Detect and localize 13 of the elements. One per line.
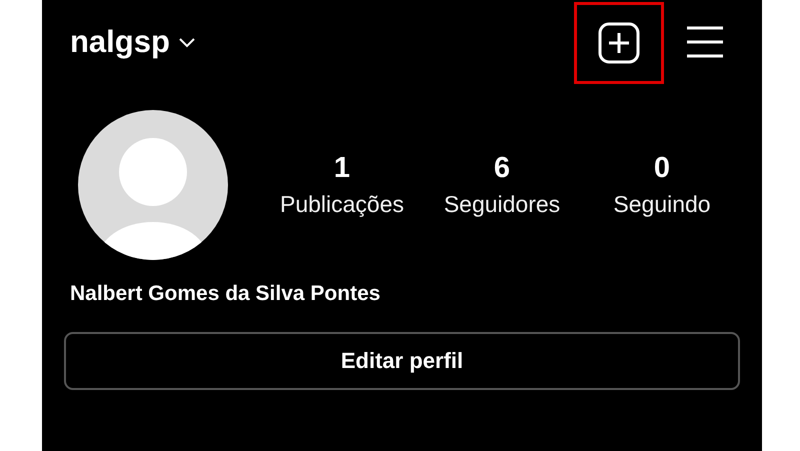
username: nalgsp [70, 24, 170, 60]
new-post-button[interactable] [574, 2, 664, 84]
menu-icon[interactable] [686, 25, 724, 59]
chevron-down-icon[interactable] [178, 36, 196, 48]
stat-label: Seguindo [613, 191, 711, 218]
stat-label: Publicações [280, 191, 404, 218]
plus-square-icon[interactable] [598, 22, 640, 64]
stat-count: 1 [334, 152, 350, 185]
stat-label: Seguidores [444, 191, 560, 218]
edit-profile-button[interactable]: Editar perfil [64, 332, 740, 390]
full-name: Nalbert Gomes da Silva Pontes [70, 282, 382, 306]
stat-count: 0 [654, 152, 670, 185]
stat-count: 6 [494, 152, 510, 185]
